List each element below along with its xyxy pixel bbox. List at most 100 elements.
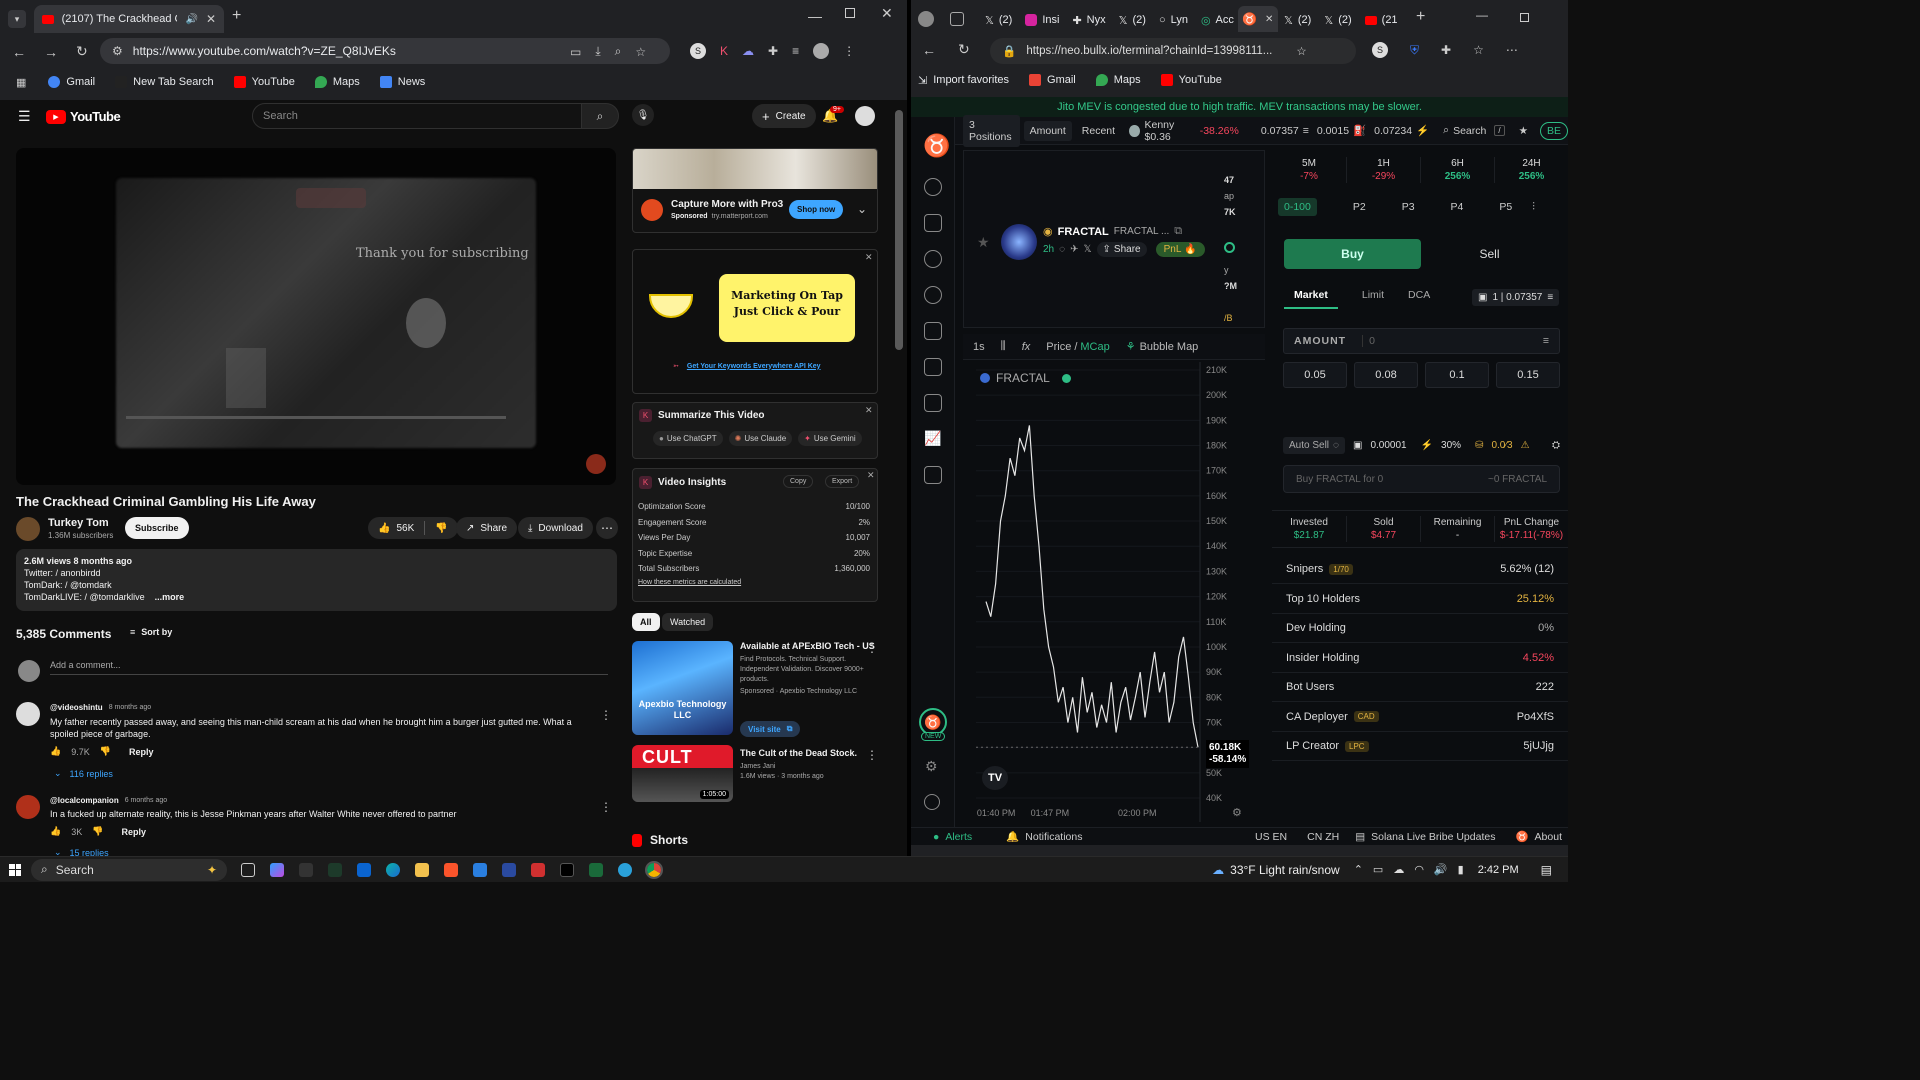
search-icon[interactable] [924,178,942,196]
sort-by-button[interactable]: ≡ Sort by [130,627,172,637]
telegram-icon[interactable] [618,862,632,877]
bookmark-news[interactable]: News [398,76,426,88]
priority-fee[interactable]: 0.00001 [1370,440,1406,451]
preset-settings-icon[interactable]: ⫶ [1532,201,1535,214]
comment-avatar[interactable] [16,702,40,726]
channel-avatar[interactable] [16,517,40,541]
share-button[interactable]: ↗ Share [456,517,518,539]
tray-chevron-icon[interactable]: ⌃ [1354,863,1363,876]
chart-settings-icon[interactable]: ⚙ [1232,806,1242,819]
zoom-icon[interactable]: ⌕ [615,44,622,59]
watchlist-star-icon[interactable]: ★ [1519,125,1528,137]
amount-tab[interactable]: Amount [1023,120,1072,141]
channel-watermark[interactable] [586,454,606,474]
rec-channel[interactable]: James Jani [740,763,775,770]
wallet-selector[interactable]: ▣ 1 | 0.07357 ≡ [1472,289,1560,306]
volume-icon[interactable]: 🔊 [1434,863,1448,876]
ad-link[interactable]: Get Your Keywords Everywhere API Key [687,363,821,370]
app-arrow-icon[interactable] [502,862,516,877]
language-en[interactable]: US EN [1255,831,1287,843]
reply-button[interactable]: Reply [121,827,146,837]
bookmark-gmail[interactable]: Gmail [1047,74,1076,86]
x-icon[interactable]: 𝕏 [1083,244,1091,255]
timeframe-24h[interactable]: 24H 256% [1494,157,1568,183]
browser-tab[interactable]: Acc [1216,14,1234,26]
weather-widget[interactable]: ☁ 33°F Light rain/snow [1212,863,1340,877]
use-gemini-button[interactable]: ✦ Use Gemini [798,431,862,446]
close-tab-icon[interactable]: ✕ [206,12,216,26]
comment-author[interactable]: @videoshintu [50,703,103,712]
extensions-puzzle-icon[interactable]: ✚ [768,44,778,58]
close-window-icon[interactable]: ✕ [881,5,893,22]
order-market-tab[interactable]: Market [1284,289,1338,309]
pill-icon[interactable] [924,286,942,304]
active-tab-bullx[interactable]: ♉ ✕ [1238,6,1278,32]
thumbs-down-icon[interactable]: 👎 [435,523,447,534]
speaker-icon[interactable]: 🔊 [185,14,197,25]
browser-tab-youtube[interactable]: (2107) The Crackhead Crimi 🔊 ✕ [34,5,224,33]
share-button[interactable]: ⇪ Share [1096,242,1147,257]
rec-menu-icon[interactable]: ⋮ [866,641,878,655]
youtube-avatar[interactable] [855,106,875,126]
telegram-icon[interactable]: ✈ [1070,244,1078,255]
monitor-icon[interactable]: ▭ [1373,863,1383,876]
x-app-icon[interactable] [560,862,574,877]
new-tab-button[interactable]: + [1416,8,1425,26]
wallet-icon[interactable] [924,394,942,412]
preset-p4[interactable]: P4 [1451,201,1464,213]
kenny-ticker[interactable]: Kenny $0.36 [1145,119,1196,143]
wifi-icon[interactable]: ◠ [1414,863,1424,876]
browser-tab[interactable]: Lyn [1171,14,1188,26]
quick-amount-button[interactable]: 0.1 [1425,362,1489,388]
chrome-icon[interactable] [645,860,663,879]
thumbs-down-icon[interactable]: 👎 [92,826,103,837]
interval-selector[interactable]: 1s [973,341,985,353]
history-icon[interactable] [924,250,942,268]
edge-address-bar[interactable]: 🔒 https://neo.bullx.io/terminal?chainId=… [990,38,1356,64]
order-limit-tab[interactable]: Limit [1362,289,1384,301]
like-button[interactable]: 👍 56K 👎 [368,517,458,539]
holder-stat-row[interactable]: Insider Holding 4.52% [1272,644,1568,673]
rec-title[interactable]: The Cult of the Dead Stock. [740,748,857,758]
rec-menu-icon[interactable]: ⋮ [866,748,878,762]
buy-tab[interactable]: Buy [1284,239,1421,269]
account-icon[interactable] [924,794,940,810]
preset-0-100[interactable]: 0-100 [1278,198,1317,216]
store-icon[interactable] [473,862,487,877]
file-explorer-icon[interactable] [415,862,429,877]
brave-icon[interactable] [444,862,458,877]
comment-menu-icon[interactable]: ⋮ [600,800,612,814]
chain-selector[interactable]: BE [1540,121,1569,140]
app-terminal-icon[interactable] [328,862,342,877]
outlook-icon[interactable] [357,862,371,877]
taskbar-search[interactable]: ⌕ Search ✦ [31,858,227,881]
chevron-down-icon[interactable]: ⌄ [857,202,867,216]
clock[interactable]: 2:42 PM [1478,864,1519,876]
bookmark-new-tab-search[interactable]: New Tab Search [133,76,214,88]
alerts-link[interactable]: Alerts [945,831,972,843]
maximize-icon[interactable] [1520,13,1529,22]
mev-icon[interactable]: ⛭ [1552,440,1560,451]
holder-stat-row[interactable]: CA Deployer CAD Po4XfS [1272,703,1568,732]
use-chatgpt-button[interactable]: ● Use ChatGPT [653,431,723,446]
download-button[interactable]: ⤓ Download [518,517,593,539]
settings-gear-icon[interactable]: ⚙ [925,758,938,775]
reload-icon[interactable]: ↻ [76,43,88,60]
buy-submit-button[interactable]: Buy FRACTAL for 0 ~0 FRACTAL [1283,465,1560,493]
close-icon[interactable]: ✕ [865,252,873,263]
shop-now-button[interactable]: Shop now [789,200,844,219]
battery-icon[interactable]: ▮ [1458,863,1464,876]
create-button[interactable]: + Create [752,104,816,128]
bookmark-gmail[interactable]: Gmail [66,76,95,88]
menu-icon[interactable]: ⋯ [1506,43,1518,57]
subscribe-button[interactable]: Subscribe [125,517,189,539]
minimize-icon[interactable]: — [808,8,822,24]
add-comment-input[interactable]: Add a comment... [50,660,608,675]
media-icon[interactable]: ≡ [792,44,799,58]
extension-k-icon[interactable]: K [720,44,728,58]
comment-author[interactable]: @localcompanion [50,796,119,805]
bullx-search-button[interactable]: ⌕ Search / [1443,124,1505,137]
close-tab-icon[interactable]: ✕ [1265,14,1273,25]
browser-tab[interactable]: (2) [1133,14,1146,26]
globe-icon[interactable]: ◌ [1059,244,1065,255]
